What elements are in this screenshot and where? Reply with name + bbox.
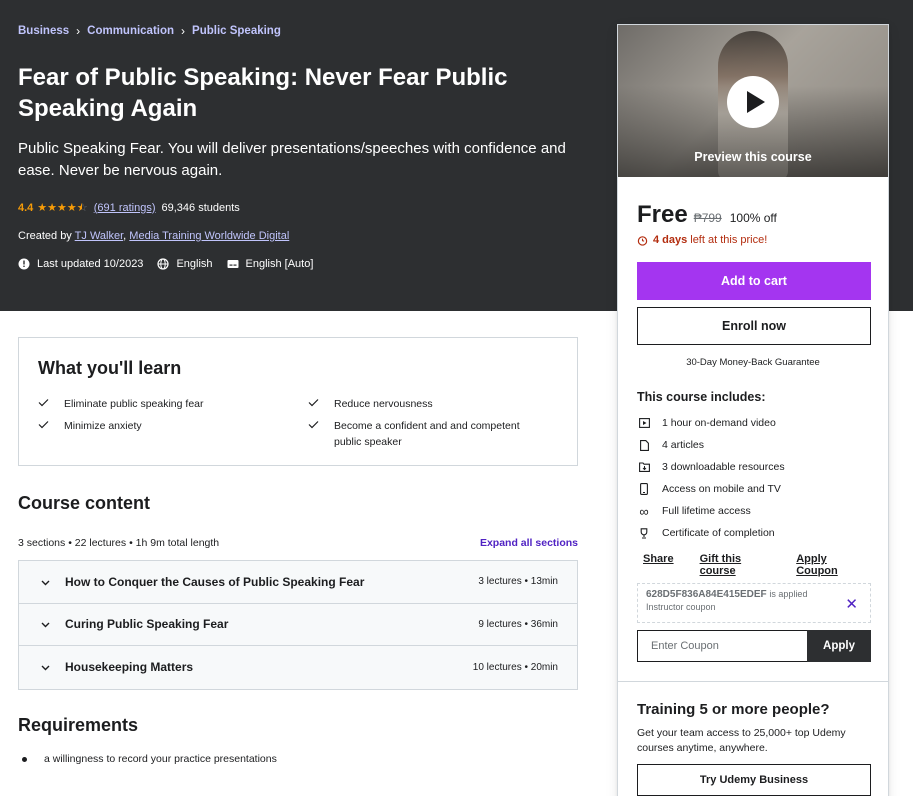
checkmark-icon [38, 396, 52, 412]
section-title: Housekeeping Matters [65, 660, 194, 675]
course-meta: Last updated 10/2023 English English [Au… [18, 258, 327, 270]
section-meta: 9 lectures • 36min [478, 618, 558, 630]
rating-row: 4.4 ★★★★★☆ (691 ratings) 69,346 students [18, 201, 240, 215]
remove-coupon-close-icon[interactable]: ✕ [845, 595, 858, 613]
chevron-right-icon: › [76, 24, 81, 38]
gift-course-button[interactable]: Gift this course [700, 553, 771, 577]
download-folder-icon [637, 462, 651, 472]
share-button[interactable]: Share [643, 553, 674, 577]
students-count: 69,346 students [161, 201, 240, 214]
coupon-code-line: 628D5F836A84E415EDEF is applied [646, 589, 862, 600]
divider [618, 681, 888, 682]
include-item-lifetime: ∞ Full lifetime access [637, 500, 785, 522]
breadcrumb: Business › Communication › Public Speaki… [18, 24, 281, 38]
section-title: Curing Public Speaking Fear [65, 617, 229, 632]
curriculum-section[interactable]: How to Conquer the Causes of Public Spea… [19, 561, 577, 604]
course-preview[interactable]: Preview this course [618, 25, 888, 177]
coupon-code: 628D5F836A84E415EDEF [646, 589, 767, 600]
infinity-icon: ∞ [639, 503, 649, 519]
instructor-link-media-training[interactable]: Media Training Worldwide Digital [129, 230, 289, 242]
price-row: Free ₱799 100% off [637, 201, 777, 229]
try-business-button[interactable]: Try Udemy Business [637, 764, 871, 796]
add-to-cart-button[interactable]: Add to cart [637, 262, 871, 300]
price-timer: 4 days left at this price! [637, 234, 767, 246]
chevron-down-icon [41, 658, 51, 676]
include-item-mobile: Access on mobile and TV [637, 478, 785, 500]
section-meta: 10 lectures • 20min [472, 661, 558, 673]
alert-clock-icon [18, 258, 30, 270]
video-icon [637, 418, 651, 428]
bullet-icon [22, 756, 27, 762]
curriculum-section[interactable]: Curing Public Speaking Fear 9 lectures •… [19, 603, 577, 646]
curriculum-section[interactable]: Housekeeping Matters 10 lectures • 20min [19, 646, 577, 689]
business-text: Get your team access to 25,000+ top Udem… [637, 727, 846, 754]
mobile-icon [637, 483, 651, 495]
trophy-icon [637, 527, 651, 539]
checkmark-icon [308, 396, 322, 412]
business-title: Training 5 or more people? [637, 701, 830, 718]
learn-item: Eliminate public speaking fear [38, 396, 278, 412]
timer-text: left at this price! [690, 234, 768, 246]
curriculum-sections: How to Conquer the Causes of Public Spea… [18, 560, 578, 690]
breadcrumb-public-speaking[interactable]: Public Speaking [192, 25, 281, 37]
discount-percent: 100% off [729, 211, 777, 225]
enroll-now-button[interactable]: Enroll now [637, 307, 871, 345]
course-content-meta: 3 sections • 22 lectures • 1h 9m total l… [18, 537, 220, 549]
created-by: Created by TJ Walker, Media Training Wor… [18, 230, 290, 242]
learn-title: What you'll learn [38, 358, 182, 378]
chevron-down-icon [41, 615, 51, 633]
checkmark-icon [38, 418, 52, 434]
coupon-applied-text: is applied [769, 589, 808, 599]
apply-coupon-button[interactable]: Apply [807, 630, 871, 662]
language: English [157, 258, 213, 270]
learn-item: Become a confident and and competent pub… [308, 418, 538, 450]
requirements-title: Requirements [18, 715, 139, 735]
course-content-title: Course content [18, 493, 151, 513]
chevron-down-icon [41, 573, 51, 591]
coupon-type: Instructor coupon [646, 602, 716, 612]
learn-item: Minimize anxiety [38, 418, 278, 434]
learn-item: Reduce nervousness [308, 396, 558, 412]
star-rating-icon: ★★★★★☆ [37, 202, 88, 214]
price-current: Free [637, 201, 688, 228]
what-you-will-learn: What you'll learn Eliminate public speak… [18, 337, 578, 466]
rating-value: 4.4 [18, 201, 34, 214]
include-item-articles: 4 articles [637, 434, 785, 456]
play-triangle [746, 91, 765, 113]
include-item-resources: 3 downloadable resources [637, 456, 785, 478]
page-title: Fear of Public Speaking: Never Fear Publ… [18, 64, 508, 122]
card-links: Share Gift this course Apply Coupon [643, 553, 888, 577]
instructor-link-tj-walker[interactable]: TJ Walker [75, 230, 124, 242]
includes-title: This course includes: [637, 390, 766, 404]
captions-icon [227, 260, 239, 268]
timer-days: 4 days [653, 234, 688, 246]
coupon-input[interactable] [637, 630, 808, 662]
article-icon [637, 439, 651, 451]
apply-coupon-link[interactable]: Apply Coupon [796, 553, 862, 577]
play-icon[interactable] [727, 76, 779, 128]
section-meta: 3 lectures • 13min [478, 576, 558, 588]
ratings-count-link[interactable]: (691 ratings) [94, 202, 156, 214]
price-original: ₱799 [693, 211, 722, 225]
applied-coupon: 628D5F836A84E415EDEF is applied Instruct… [637, 583, 871, 623]
include-item-certificate: Certificate of completion [637, 522, 785, 544]
breadcrumb-business[interactable]: Business [18, 25, 69, 37]
preview-label: Preview this course [694, 150, 812, 164]
alarm-clock-icon [637, 235, 648, 246]
purchase-card: Preview this course Free ₱799 100% off 4… [617, 24, 889, 796]
last-updated: Last updated 10/2023 [18, 258, 143, 270]
checkmark-icon [308, 418, 322, 450]
include-item-video: 1 hour on-demand video [637, 412, 785, 434]
chevron-right-icon: › [181, 24, 186, 38]
includes-list: 1 hour on-demand video 4 articles 3 down… [637, 412, 785, 544]
expand-all-sections-button[interactable]: Expand all sections [450, 537, 578, 549]
globe-icon [157, 258, 170, 270]
money-back-guarantee: 30-Day Money-Back Guarantee [686, 357, 820, 368]
created-by-label: Created by [18, 230, 72, 242]
breadcrumb-communication[interactable]: Communication [87, 25, 174, 37]
section-title: How to Conquer the Causes of Public Spea… [65, 574, 365, 589]
course-subtitle: Public Speaking Fear. You will deliver p… [18, 140, 566, 179]
requirement-item: a willingness to record your practice pr… [22, 753, 277, 765]
captions: English [Auto] [227, 258, 313, 270]
